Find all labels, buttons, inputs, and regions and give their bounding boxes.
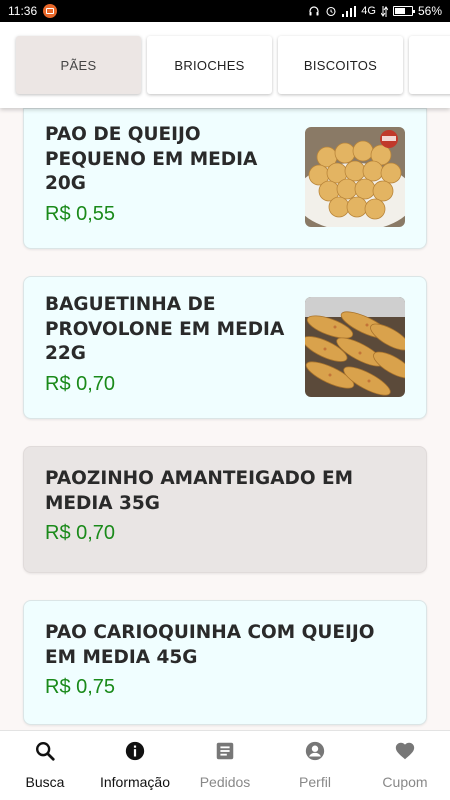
nav-label: Cupom	[382, 774, 428, 790]
product-name: PAO DE QUEIJO PEQUENO EM MEDIA 20G	[45, 124, 258, 194]
account-icon	[303, 739, 327, 763]
nav-perfil[interactable]: Perfil	[270, 731, 360, 800]
product-list: PAO DE QUEIJO PEQUENO EM MEDIA 20G R$ 0,…	[0, 108, 450, 730]
tab-biscoitos[interactable]: BISCOITOS	[278, 36, 403, 94]
alarm-icon	[326, 6, 336, 17]
category-tab-bar: PÃES BRIOCHES BISCOITOS	[0, 22, 450, 108]
tab-more-category[interactable]	[409, 36, 450, 94]
status-time: 11:36	[8, 4, 38, 18]
product-name: BAGUETINHA DE PROVOLONE EM MEDIA 22G	[45, 294, 285, 364]
product-card[interactable]: PAO DE QUEIJO PEQUENO EM MEDIA 20G R$ 0,…	[23, 108, 427, 249]
battery-icon	[392, 6, 415, 16]
status-bar: 11:36 4G 56%	[0, 0, 450, 22]
nav-label: Perfil	[299, 774, 331, 790]
nav-label: Pedidos	[199, 774, 251, 790]
product-price: R$ 0,70	[45, 373, 116, 395]
product-image-pao-de-queijo	[305, 127, 405, 227]
tab-brioches[interactable]: BRIOCHES	[147, 36, 272, 94]
product-image-baguetinha	[305, 297, 405, 397]
product-price: R$ 0,55	[45, 203, 116, 225]
battery-percent: 56%	[417, 4, 442, 18]
headphones-icon	[309, 6, 319, 16]
heart-icon	[393, 739, 417, 763]
network-type: 4G	[361, 4, 376, 17]
bottom-navigation: Busca Informação Pedidos Perfil Cupom	[0, 730, 450, 800]
info-icon	[123, 739, 147, 763]
product-price: R$ 0,75	[45, 676, 116, 698]
product-card[interactable]: PAO CARIOQUINHA COM QUEIJO EM MEDIA 45G …	[23, 600, 427, 725]
receipt-icon	[213, 739, 237, 763]
nav-cupom[interactable]: Cupom	[360, 731, 450, 800]
nav-label: Busca	[25, 774, 65, 790]
product-card[interactable]: PAOZINHO AMANTEIGADO EM MEDIA 35G R$ 0,7…	[23, 446, 427, 573]
nav-label: Informação	[99, 774, 171, 790]
data-transfer-icon	[380, 5, 388, 17]
search-icon	[33, 739, 57, 763]
nav-pedidos[interactable]: Pedidos	[180, 731, 270, 800]
product-card[interactable]: BAGUETINHA DE PROVOLONE EM MEDIA 22G R$ …	[23, 276, 427, 419]
product-price: R$ 0,70	[45, 522, 116, 544]
nav-informacao[interactable]: Informação	[90, 731, 180, 800]
product-name: PAOZINHO AMANTEIGADO EM MEDIA 35G	[45, 468, 354, 514]
tab-paes[interactable]: PÃES	[16, 36, 141, 94]
nav-busca[interactable]: Busca	[0, 731, 90, 800]
product-name: PAO CARIOQUINHA COM QUEIJO EM MEDIA 45G	[45, 622, 375, 668]
signal-icon	[342, 5, 357, 17]
notification-app-icon	[43, 4, 58, 18]
